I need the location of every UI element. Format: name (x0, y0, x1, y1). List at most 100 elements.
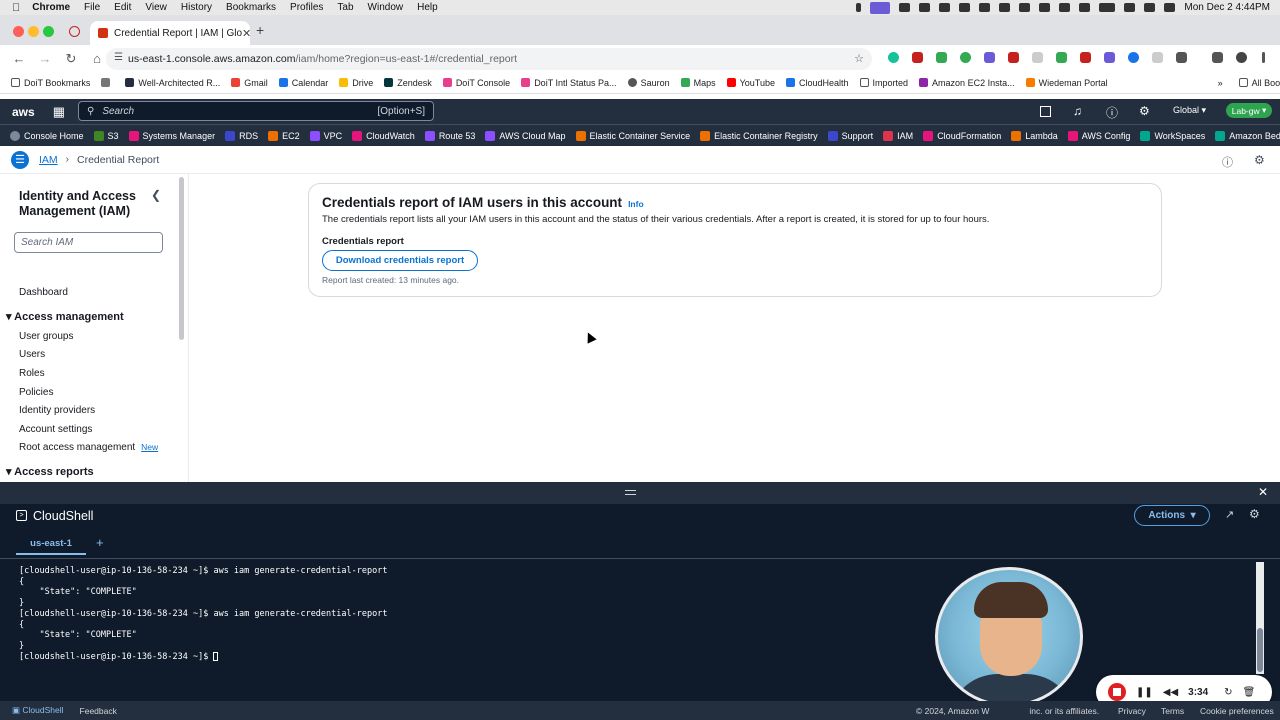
trash-icon[interactable]: 🗑 (1243, 687, 1256, 698)
cloudshell-settings-icon[interactable]: ⚙ (1249, 507, 1260, 521)
bookmark-item[interactable]: CloudHealth (785, 78, 849, 88)
extensions-puzzle-icon[interactable] (1176, 52, 1187, 63)
sidebar-item-identity-providers[interactable]: Identity providers (19, 405, 95, 416)
screen-share-icon[interactable] (870, 1, 891, 14)
status-icon[interactable] (1039, 3, 1051, 12)
extension-icon[interactable] (984, 52, 995, 63)
bookmark-item[interactable]: Wiedeman Portal (1025, 78, 1108, 88)
sidebar-item-user-groups[interactable]: User groups (19, 331, 73, 342)
menubar-file[interactable]: File (84, 2, 100, 13)
menubar-history[interactable]: History (181, 2, 212, 13)
bookmark-star-icon[interactable]: ☆ (854, 52, 864, 65)
grammarly-extension-icon[interactable] (888, 52, 899, 63)
bookmark-item[interactable]: YouTube (726, 78, 775, 88)
sidebar-item-roles[interactable]: Roles (19, 368, 45, 379)
sidebar-item-users[interactable]: Users (19, 349, 45, 360)
favorite-ec2[interactable]: EC2 (268, 130, 300, 141)
bookmark-item[interactable]: Imported (859, 78, 908, 88)
hamburger-menu-icon[interactable]: ☰ (11, 150, 29, 169)
terminal-output[interactable]: [cloudshell-user@ip-10-136-58-234 ~]$ aw… (0, 559, 1280, 701)
status-icon[interactable] (979, 3, 991, 12)
site-info-icon[interactable]: ☰ (114, 52, 123, 63)
status-icon[interactable] (959, 3, 971, 12)
extension-icon[interactable] (1128, 52, 1139, 63)
search-iam-input[interactable]: Search IAM (14, 232, 163, 253)
bookmark-item[interactable]: Amazon EC2 Insta... (919, 78, 1015, 88)
menubar-bookmarks[interactable]: Bookmarks (226, 2, 276, 13)
extension-icon[interactable] (1152, 52, 1163, 63)
battery-icon[interactable] (1099, 3, 1116, 12)
menubar-profiles[interactable]: Profiles (290, 2, 323, 13)
settings-gear-icon[interactable]: ⚙ (1139, 104, 1150, 118)
account-menu[interactable]: Lab-gw ▾ (1226, 103, 1272, 118)
cloudshell-resize-bar[interactable]: ✕ (0, 482, 1280, 504)
status-icon[interactable] (1059, 3, 1071, 12)
bookmark-item[interactable]: Zendesk (384, 78, 432, 88)
extension-icon[interactable] (936, 52, 947, 63)
microphone-icon[interactable] (856, 3, 862, 12)
extension-icon[interactable] (912, 52, 923, 63)
extension-icon[interactable] (1104, 52, 1115, 63)
address-bar[interactable]: ☰ us-east-1.console.aws.amazon.com/iam/h… (106, 48, 872, 70)
status-icon[interactable] (899, 3, 911, 12)
window-minimize-button[interactable] (28, 26, 39, 37)
restart-icon[interactable]: ↻ (1224, 687, 1232, 698)
new-tab-button[interactable]: + (256, 22, 264, 38)
forward-icon[interactable]: → (38, 51, 52, 66)
settings-icon[interactable]: ⚙ (1254, 153, 1265, 167)
sidebar-item-policies[interactable]: Policies (19, 387, 53, 398)
window-zoom-button[interactable] (43, 26, 54, 37)
favorite-cloudwatch[interactable]: CloudWatch (352, 130, 415, 141)
extension-icon[interactable] (1008, 52, 1019, 63)
info-link[interactable]: Info (628, 199, 644, 209)
sidebar-section-access-management[interactable]: ▾ Access management (6, 310, 124, 323)
download-report-button[interactable]: Download credentials report (322, 250, 478, 271)
menubar-app-name[interactable]: Chrome (32, 2, 70, 13)
drag-handle-icon[interactable] (625, 490, 636, 495)
breadcrumb-iam[interactable]: IAM (39, 154, 58, 166)
apple-icon[interactable]:  (12, 2, 20, 14)
browser-menu-icon[interactable] (1262, 52, 1265, 63)
bookmark-item[interactable]: Sauron (627, 78, 670, 88)
bookmark-item[interactable]: Calendar (278, 78, 328, 88)
open-new-window-icon[interactable]: ↗ (1225, 508, 1234, 521)
sidebar-item-root-access[interactable]: Root access management New (19, 442, 158, 453)
footer-cookie-link[interactable]: Cookie preferences (1200, 706, 1274, 716)
apps-grid-icon[interactable] (101, 78, 114, 87)
favorite-route53[interactable]: Route 53 (424, 130, 475, 141)
pause-icon[interactable]: ❚❚ (1136, 687, 1153, 698)
control-center-icon[interactable] (1164, 3, 1176, 12)
favorite-console-home[interactable]: Console Home (10, 130, 84, 141)
sidebar-item-account-settings[interactable]: Account settings (19, 424, 92, 435)
favorite-aws-config[interactable]: AWS Config (1067, 130, 1130, 141)
sidebar-section-access-reports[interactable]: ▾ Access reports (6, 465, 94, 478)
favorite-ecr[interactable]: Elastic Container Registry (700, 130, 818, 141)
browser-tab-active[interactable]: Credential Report | IAM | Glo ✕ (90, 21, 250, 45)
footer-feedback-link[interactable]: Feedback (80, 706, 117, 716)
menubar-help[interactable]: Help (417, 2, 438, 13)
aws-logo[interactable]: aws (12, 105, 35, 119)
bookmark-item[interactable]: Maps (680, 78, 716, 88)
footer-terms-link[interactable]: Terms (1161, 706, 1184, 716)
add-tab-icon[interactable]: + (96, 535, 104, 550)
favorite-support[interactable]: Support (827, 130, 873, 141)
close-tab-icon[interactable]: ✕ (242, 27, 250, 40)
status-icon[interactable] (919, 3, 931, 12)
dropbox-icon[interactable] (999, 3, 1011, 12)
notifications-bell-icon[interactable]: ♫ (1073, 104, 1082, 118)
download-icon[interactable] (1212, 52, 1223, 63)
region-selector[interactable]: Global ▾ (1173, 105, 1206, 116)
menubar-view[interactable]: View (145, 2, 167, 13)
favorite-ecs[interactable]: Elastic Container Service (575, 130, 690, 141)
home-icon[interactable]: ⌂ (90, 51, 104, 66)
footer-cloudshell-link[interactable]: ▣ CloudShell (12, 705, 64, 716)
sidebar-item-dashboard[interactable]: Dashboard (19, 287, 68, 298)
actions-dropdown[interactable]: Actions ▾ (1134, 505, 1210, 526)
bookmark-item[interactable]: Well-Architected R... (125, 78, 220, 88)
favorite-workspaces[interactable]: WorkSpaces (1140, 130, 1205, 141)
terminal-scrollbar[interactable] (1256, 562, 1264, 674)
profile-avatar[interactable] (1236, 52, 1247, 63)
favorite-vpc[interactable]: VPC (309, 130, 342, 141)
pdf-extension-icon[interactable] (1080, 52, 1091, 63)
all-bookmarks[interactable]: All Bookmarks (1238, 78, 1280, 88)
